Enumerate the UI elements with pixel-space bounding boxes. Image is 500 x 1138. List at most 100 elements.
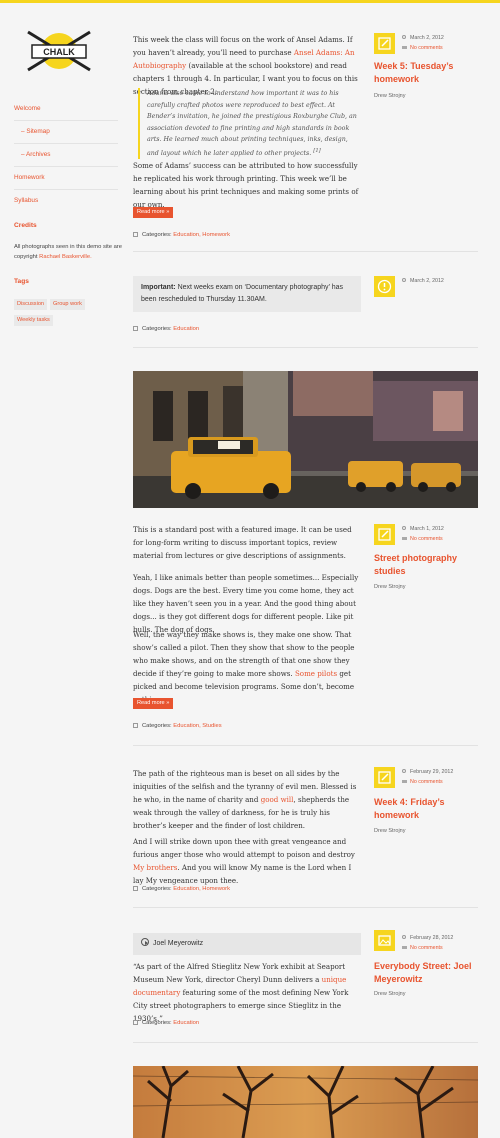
post-1-author: Drew Strojny [374, 93, 406, 99]
play-icon[interactable] [141, 938, 149, 946]
post-5-comments-text: No comments [410, 945, 443, 951]
featured-image-trees[interactable] [133, 1066, 478, 1138]
post-separator [133, 745, 478, 746]
post-4-comments-link[interactable]: No comments [402, 778, 443, 787]
credits-heading: Credits [14, 222, 37, 229]
nav-item-syllabus[interactable]: Syllabus [14, 194, 118, 207]
tag-discussion[interactable]: Discussion [14, 299, 48, 310]
post-1-categories-links[interactable]: Education, Homework [173, 232, 230, 238]
post-4-categories-label: Categories: [142, 886, 172, 892]
nav-item-sitemap[interactable]: – Sitemap [14, 125, 118, 138]
post-3-comments-text: No comments [410, 536, 443, 542]
post-2-date: March 2, 2012 [402, 277, 444, 286]
post-4-categories-links[interactable]: Education, Homework [173, 886, 230, 892]
post-4-body-link-2[interactable]: My brothers [133, 863, 177, 872]
post-5-categories-label: Categories: [142, 1020, 172, 1026]
post-1-comments-text: No comments [410, 45, 443, 51]
post-1-comments-link[interactable]: No comments [402, 44, 443, 53]
post-4-author: Drew Strojny [374, 828, 406, 834]
nav-item-archives[interactable]: – Archives [14, 148, 118, 161]
post-2-categories-links[interactable]: Education [173, 326, 199, 332]
post-3-title[interactable]: Street photography studies [374, 552, 486, 577]
post-4-body-2: And I will strike down upon thee with gr… [133, 835, 363, 887]
top-accent-bar [0, 0, 500, 3]
nav-divider [14, 166, 118, 167]
post-separator [133, 347, 478, 348]
post-5-title[interactable]: Everybody Street: Joel Meyerowitz [374, 960, 486, 985]
alert-icon[interactable] [374, 276, 395, 297]
post-2-notice: Important: Next weeks exam on ‘Documenta… [133, 276, 361, 312]
nav-item-welcome[interactable]: Welcome [14, 102, 118, 115]
post-2-categories-label: Categories: [142, 326, 172, 332]
pencil-icon[interactable] [374, 767, 395, 788]
credits-link[interactable]: Rachael Baskerville. [39, 254, 92, 260]
post-1-title[interactable]: Week 5: Tuesday’s homework [374, 60, 486, 85]
post-5-media-player[interactable]: Joel Meyerowitz [133, 933, 361, 955]
pencil-icon[interactable] [374, 33, 395, 54]
tag-weekly-tasks[interactable]: Weekly tasks [14, 315, 53, 326]
folder-icon [133, 326, 138, 331]
tags-heading: Tags [14, 278, 29, 285]
nav-item-homework[interactable]: Homework [14, 171, 118, 184]
post-3-comments-link[interactable]: No comments [402, 535, 443, 544]
clock-icon [402, 35, 406, 39]
clock-icon [402, 769, 406, 773]
clock-icon [402, 278, 406, 282]
post-separator [133, 1042, 478, 1043]
comment-icon [402, 779, 407, 783]
post-3-categories: Categories: Education, Studies [133, 721, 222, 731]
post-3-author: Drew Strojny [374, 584, 406, 590]
nav-divider [14, 120, 118, 121]
post-1-categories-label: Categories: [142, 232, 172, 238]
post-4-title[interactable]: Week 4: Friday’s homework [374, 796, 486, 821]
featured-image-trees-graphic [133, 1066, 478, 1138]
post-5-author: Drew Strojny [374, 991, 406, 997]
folder-icon [133, 1020, 138, 1025]
post-2-notice-strong: Important: [141, 284, 176, 291]
sidebar-nav: Welcome – Sitemap – Archives Homework Sy… [14, 102, 118, 207]
logo-text: CHALK [43, 47, 75, 57]
post-5-date: February 28, 2012 [402, 934, 453, 943]
post-5-categories-links[interactable]: Education [173, 1020, 199, 1026]
post-3-date: March 1, 2012 [402, 525, 444, 534]
post-1-quote-text: Adams also came to understand how import… [147, 90, 357, 157]
post-5-comments-link[interactable]: No comments [402, 944, 443, 953]
post-3-categories-label: Categories: [142, 723, 172, 729]
nav-divider [14, 189, 118, 190]
post-3-date-text: March 1, 2012 [410, 526, 444, 532]
nav-divider [14, 143, 118, 144]
featured-image-taxis-graphic [133, 371, 478, 508]
post-3-body-link[interactable]: Some pilots [295, 669, 337, 678]
post-4-date: February 29, 2012 [402, 768, 453, 777]
post-4-date-text: February 29, 2012 [410, 769, 454, 775]
post-5-body: “As part of the Alfred Stieglitz New Yor… [133, 960, 363, 1025]
post-1-date-text: March 2, 2012 [410, 35, 444, 41]
post-3-body-1: This is a standard post with a featured … [133, 525, 352, 560]
post-4-body-link-1[interactable]: good will [261, 795, 294, 804]
post-1-body-2: Some of Adams’ success can be attributed… [133, 161, 359, 209]
chalk-logo[interactable]: CHALK [20, 28, 98, 78]
post-2-categories: Categories: Education [133, 324, 199, 334]
post-5-body-a: “As part of the Alfred Stieglitz New Yor… [133, 962, 346, 984]
comment-icon [402, 945, 407, 949]
clock-icon [402, 526, 406, 530]
pencil-icon[interactable] [374, 524, 395, 545]
post-3-read-more-button[interactable]: Read more » [133, 698, 174, 709]
post-5-media-label: Joel Meyerowitz [153, 940, 204, 947]
featured-image-taxis[interactable] [133, 371, 478, 508]
nav-item-sitemap-label: Sitemap [26, 128, 50, 135]
comment-icon [402, 45, 407, 49]
folder-icon [133, 886, 138, 891]
post-5-categories: Categories: Education [133, 1018, 199, 1028]
comment-icon [402, 536, 407, 540]
post-3-categories-links[interactable]: Education, Studies [173, 723, 221, 729]
post-separator [133, 907, 478, 908]
video-icon[interactable] [374, 930, 395, 951]
tag-group-work[interactable]: Group work [50, 299, 85, 310]
post-1-read-more-button[interactable]: Read more » [133, 207, 174, 218]
post-1-quote-ref[interactable]: [1] [313, 148, 320, 154]
post-1-date: March 2, 2012 [402, 34, 444, 43]
folder-icon [133, 232, 138, 237]
post-3-body-3: Well, the way they make shows is, they m… [133, 628, 363, 706]
post-5-date-text: February 28, 2012 [410, 935, 454, 941]
